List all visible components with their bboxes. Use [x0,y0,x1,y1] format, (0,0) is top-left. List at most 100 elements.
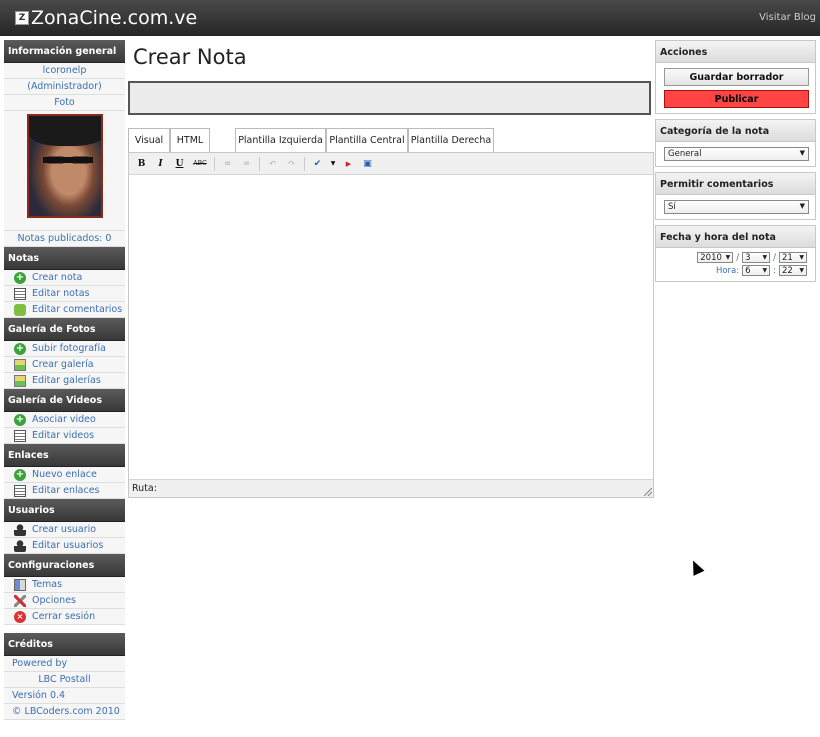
tab-plantilla-central[interactable]: Plantilla Central [326,128,408,152]
credits-copyright[interactable]: © LBCoders.com 2010 [4,704,125,720]
sidebar-item-subir-fotografia[interactable]: + Subir fotografía [4,341,125,357]
video-embed-icon[interactable]: ▶ [342,157,355,171]
tab-plantilla-derecha[interactable]: Plantilla Derecha [408,128,494,152]
comments-value: Sí [668,202,676,212]
logout-icon: × [14,610,26,623]
sidebar-item-editar-enlaces[interactable]: Editar enlaces [4,483,125,499]
section-title-galeria-videos: Galería de Videos [4,389,125,412]
editor-statusbar: Ruta: [129,479,653,497]
note-title-input[interactable] [128,81,651,115]
tab-visual[interactable]: Visual [128,128,170,152]
left-sidebar: Información general lcoronelp (Administr… [4,40,125,720]
comment-icon [14,303,26,316]
page-title: Crear Nota [133,45,247,69]
sidebar-item-label: Editar videos [32,430,95,441]
actions-title: Acciones [656,41,815,63]
sidebar-item-label: Cerrar sesión [32,611,96,622]
main-content: Crear Nota Visual HTML Plantilla Izquier… [128,40,654,498]
photo-label[interactable]: Foto [4,95,125,111]
chevron-down-icon: ▼ [799,202,805,210]
sidebar-item-editar-galerias[interactable]: Editar galerías [4,373,125,389]
sidebar-item-label: Editar usuarios [32,540,104,551]
day-value: 21 [782,252,793,263]
site-title: ZonaCine.com.ve [31,7,198,29]
section-title-usuarios: Usuarios [4,499,125,522]
year-select[interactable]: 2010 ▼ [697,252,734,263]
sidebar-item-editar-comentarios[interactable]: Editar comentarios [4,302,125,318]
comments-select[interactable]: Sí ▼ [664,200,809,214]
category-select[interactable]: General ▼ [664,147,809,161]
section-title-configuraciones: Configuraciones [4,554,125,577]
chevron-down-icon: ▼ [799,149,805,157]
top-bar: Z ZonaCine.com.ve Visitar Blog [0,0,820,36]
sidebar-item-opciones[interactable]: Opciones [4,593,125,609]
sidebar-item-crear-galeria[interactable]: Crear galería [4,357,125,373]
tab-plantilla-izquierda[interactable]: Plantilla Izquierda [235,128,326,152]
sidebar-item-editar-videos[interactable]: Editar videos [4,428,125,444]
sidebar-item-label: Editar galerías [32,375,101,386]
credits-version: Versión 0.4 [4,688,125,704]
sidebar-item-label: Opciones [32,595,76,606]
comments-title: Permitir comentarios [656,173,815,195]
hour-select[interactable]: 6 ▼ [742,265,771,276]
unlink-icon[interactable]: ∞ [240,157,253,171]
published-count: Notas publicados: 0 [4,231,125,247]
site-logo-icon: Z [15,11,29,25]
credits-powered: Powered by [4,656,125,672]
user-icon [14,539,26,552]
editor-toolbar: B I U ABC ∞ ∞ ↶ ↷ ✔ ▼ ▶ ▣ [129,153,653,175]
fullscreen-icon[interactable]: ▣ [361,157,374,171]
sidebar-item-nuevo-enlace[interactable]: + Nuevo enlace [4,467,125,483]
undo-icon[interactable]: ↶ [266,157,279,171]
add-icon: + [14,342,26,355]
add-icon: + [14,413,26,426]
avatar[interactable] [26,114,103,218]
day-select[interactable]: 21 ▼ [779,252,807,263]
credits-title: Créditos [4,633,125,656]
site-logo[interactable]: Z ZonaCine.com.ve [15,7,197,29]
sidebar-item-label: Editar comentarios [32,304,123,315]
strikethrough-button[interactable]: ABC [192,157,208,171]
sidebar-item-editar-usuarios[interactable]: Editar usuarios [4,538,125,554]
credits-product[interactable]: LBC Postall [4,672,125,688]
sidebar-item-label: Crear usuario [32,524,97,535]
date-box: Fecha y hora del nota 2010 ▼ / 3 ▼ / 21 ▼ H… [655,225,816,282]
underline-button[interactable]: U [173,157,186,171]
sidebar-item-label: Asociar video [32,414,96,425]
avatar-container [4,111,125,231]
sidebar-item-crear-usuario[interactable]: Crear usuario [4,522,125,538]
gallery-icon [14,358,26,371]
month-select[interactable]: 3 ▼ [742,252,771,263]
minute-select[interactable]: 22 ▼ [779,265,807,276]
chevron-down-icon[interactable]: ▼ [330,157,336,171]
user-name-link[interactable]: lcoronelp [4,63,125,79]
resize-handle-icon[interactable] [644,488,652,496]
sidebar-item-label: Editar notas [32,288,90,299]
list-icon [14,484,26,497]
sidebar-item-crear-nota[interactable]: + Crear nota [4,270,125,286]
publish-button[interactable]: Publicar [664,90,809,108]
category-box: Categoría de la nota General ▼ [655,119,816,167]
save-draft-button[interactable]: Guardar borrador [664,68,809,86]
editor-body[interactable] [129,175,653,479]
link-icon[interactable]: ∞ [221,157,234,171]
visit-blog-link[interactable]: Visitar Blog [759,12,816,23]
comments-box: Permitir comentarios Sí ▼ [655,172,816,220]
category-title: Categoría de la nota [656,120,815,142]
redo-icon[interactable]: ↷ [285,157,298,171]
minute-value: 22 [782,265,793,276]
category-value: General [668,149,702,159]
sidebar-item-asociar-video[interactable]: + Asociar video [4,412,125,428]
section-title-galeria-fotos: Galería de Fotos [4,318,125,341]
italic-button[interactable]: I [154,157,167,171]
month-value: 3 [745,252,751,263]
sidebar-item-temas[interactable]: Temas [4,577,125,593]
status-path: Ruta: [132,483,157,494]
tab-html[interactable]: HTML [170,128,210,152]
sidebar-item-cerrar-sesion[interactable]: × Cerrar sesión [4,609,125,625]
right-sidebar: Acciones Guardar borrador Publicar Categ… [655,40,816,287]
sidebar-item-editar-notas[interactable]: Editar notas [4,286,125,302]
bold-button[interactable]: B [135,157,148,171]
add-icon: + [14,468,26,481]
spellcheck-icon[interactable]: ✔ [311,157,324,171]
